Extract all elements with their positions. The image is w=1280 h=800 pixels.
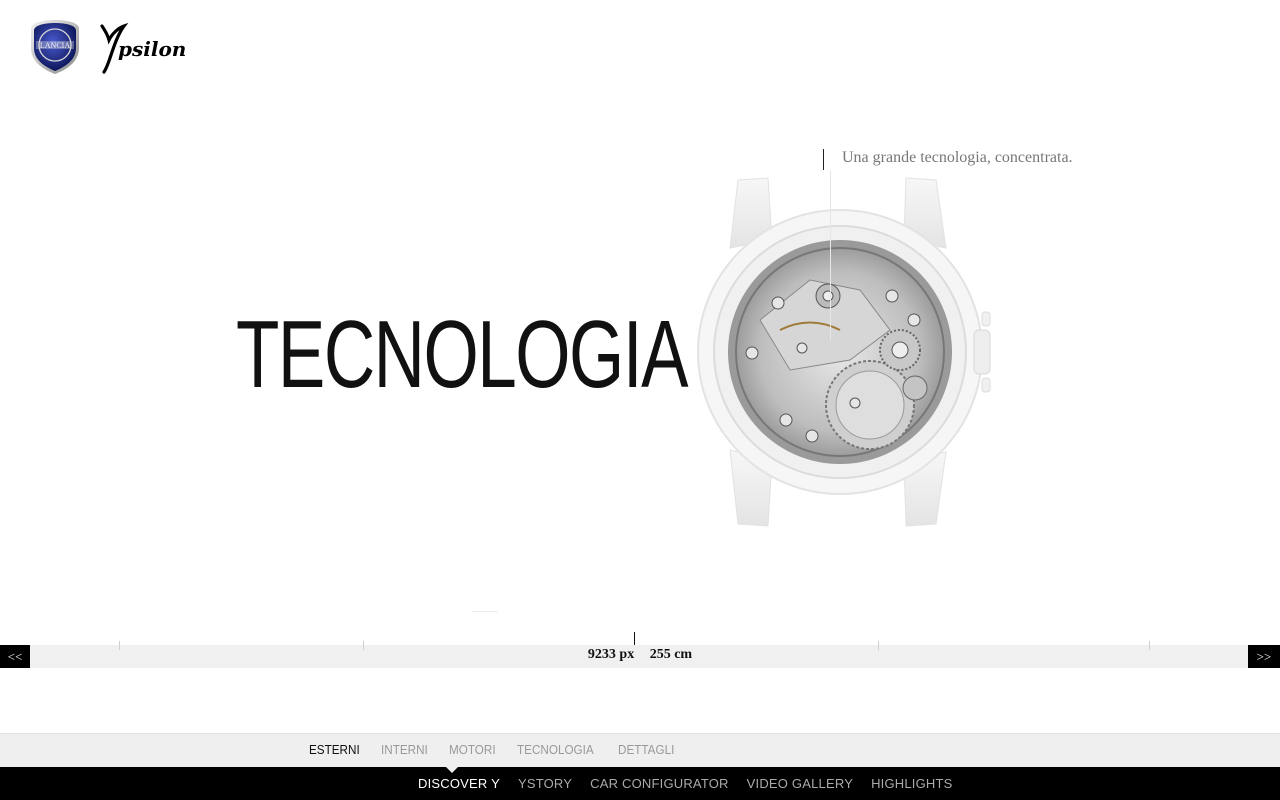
tagline: Una grande tecnologia, concentrata. bbox=[842, 149, 1073, 166]
watch-image bbox=[690, 170, 1000, 530]
subnav-item-tecnologia[interactable]: TECNOLOGIA bbox=[517, 742, 594, 757]
main-nav: DISCOVER Y YSTORY CAR CONFIGURATOR VIDEO… bbox=[0, 767, 1280, 800]
guide-line bbox=[830, 170, 831, 340]
subnav-item-dettagli[interactable]: DETTAGLI bbox=[618, 742, 674, 757]
nav-item-video-gallery[interactable]: VIDEO GALLERY bbox=[747, 776, 853, 791]
section-subnav: ESTERNI INTERNI MOTORI TECNOLOGIA DETTAG… bbox=[0, 733, 1280, 768]
subnav-item-motori[interactable]: MOTORI bbox=[449, 742, 496, 757]
lancia-logo-text: LANCIA bbox=[40, 41, 70, 50]
nav-item-highlights[interactable]: HIGHLIGHTS bbox=[871, 776, 952, 791]
ypsilon-logo[interactable]: psilon bbox=[98, 22, 190, 74]
prev-button[interactable]: << bbox=[0, 645, 30, 668]
ruler-cursor[interactable] bbox=[634, 632, 635, 645]
cm-readout: 255 cm bbox=[649, 647, 693, 662]
ruler-readout: 9233 px 255 cm bbox=[0, 647, 1280, 663]
subnav-item-interni[interactable]: INTERNI bbox=[381, 742, 428, 757]
nav-item-car-configurator[interactable]: CAR CONFIGURATOR bbox=[590, 776, 729, 791]
px-readout: 9233 px bbox=[587, 647, 635, 662]
nav-item-ystory[interactable]: YSTORY bbox=[518, 776, 572, 791]
active-nav-pointer bbox=[446, 767, 458, 773]
divider bbox=[472, 611, 498, 612]
lancia-logo[interactable]: LANCIA bbox=[26, 18, 84, 76]
tagline-marker bbox=[823, 149, 824, 170]
next-button[interactable]: >> bbox=[1248, 645, 1280, 668]
subnav-item-esterni[interactable]: ESTERNI bbox=[309, 742, 360, 757]
nav-item-discover-y[interactable]: DISCOVER Y bbox=[418, 776, 500, 791]
ypsilon-wordmark: psilon bbox=[118, 37, 186, 61]
hero-title: TECNOLOGIA bbox=[236, 301, 688, 408]
